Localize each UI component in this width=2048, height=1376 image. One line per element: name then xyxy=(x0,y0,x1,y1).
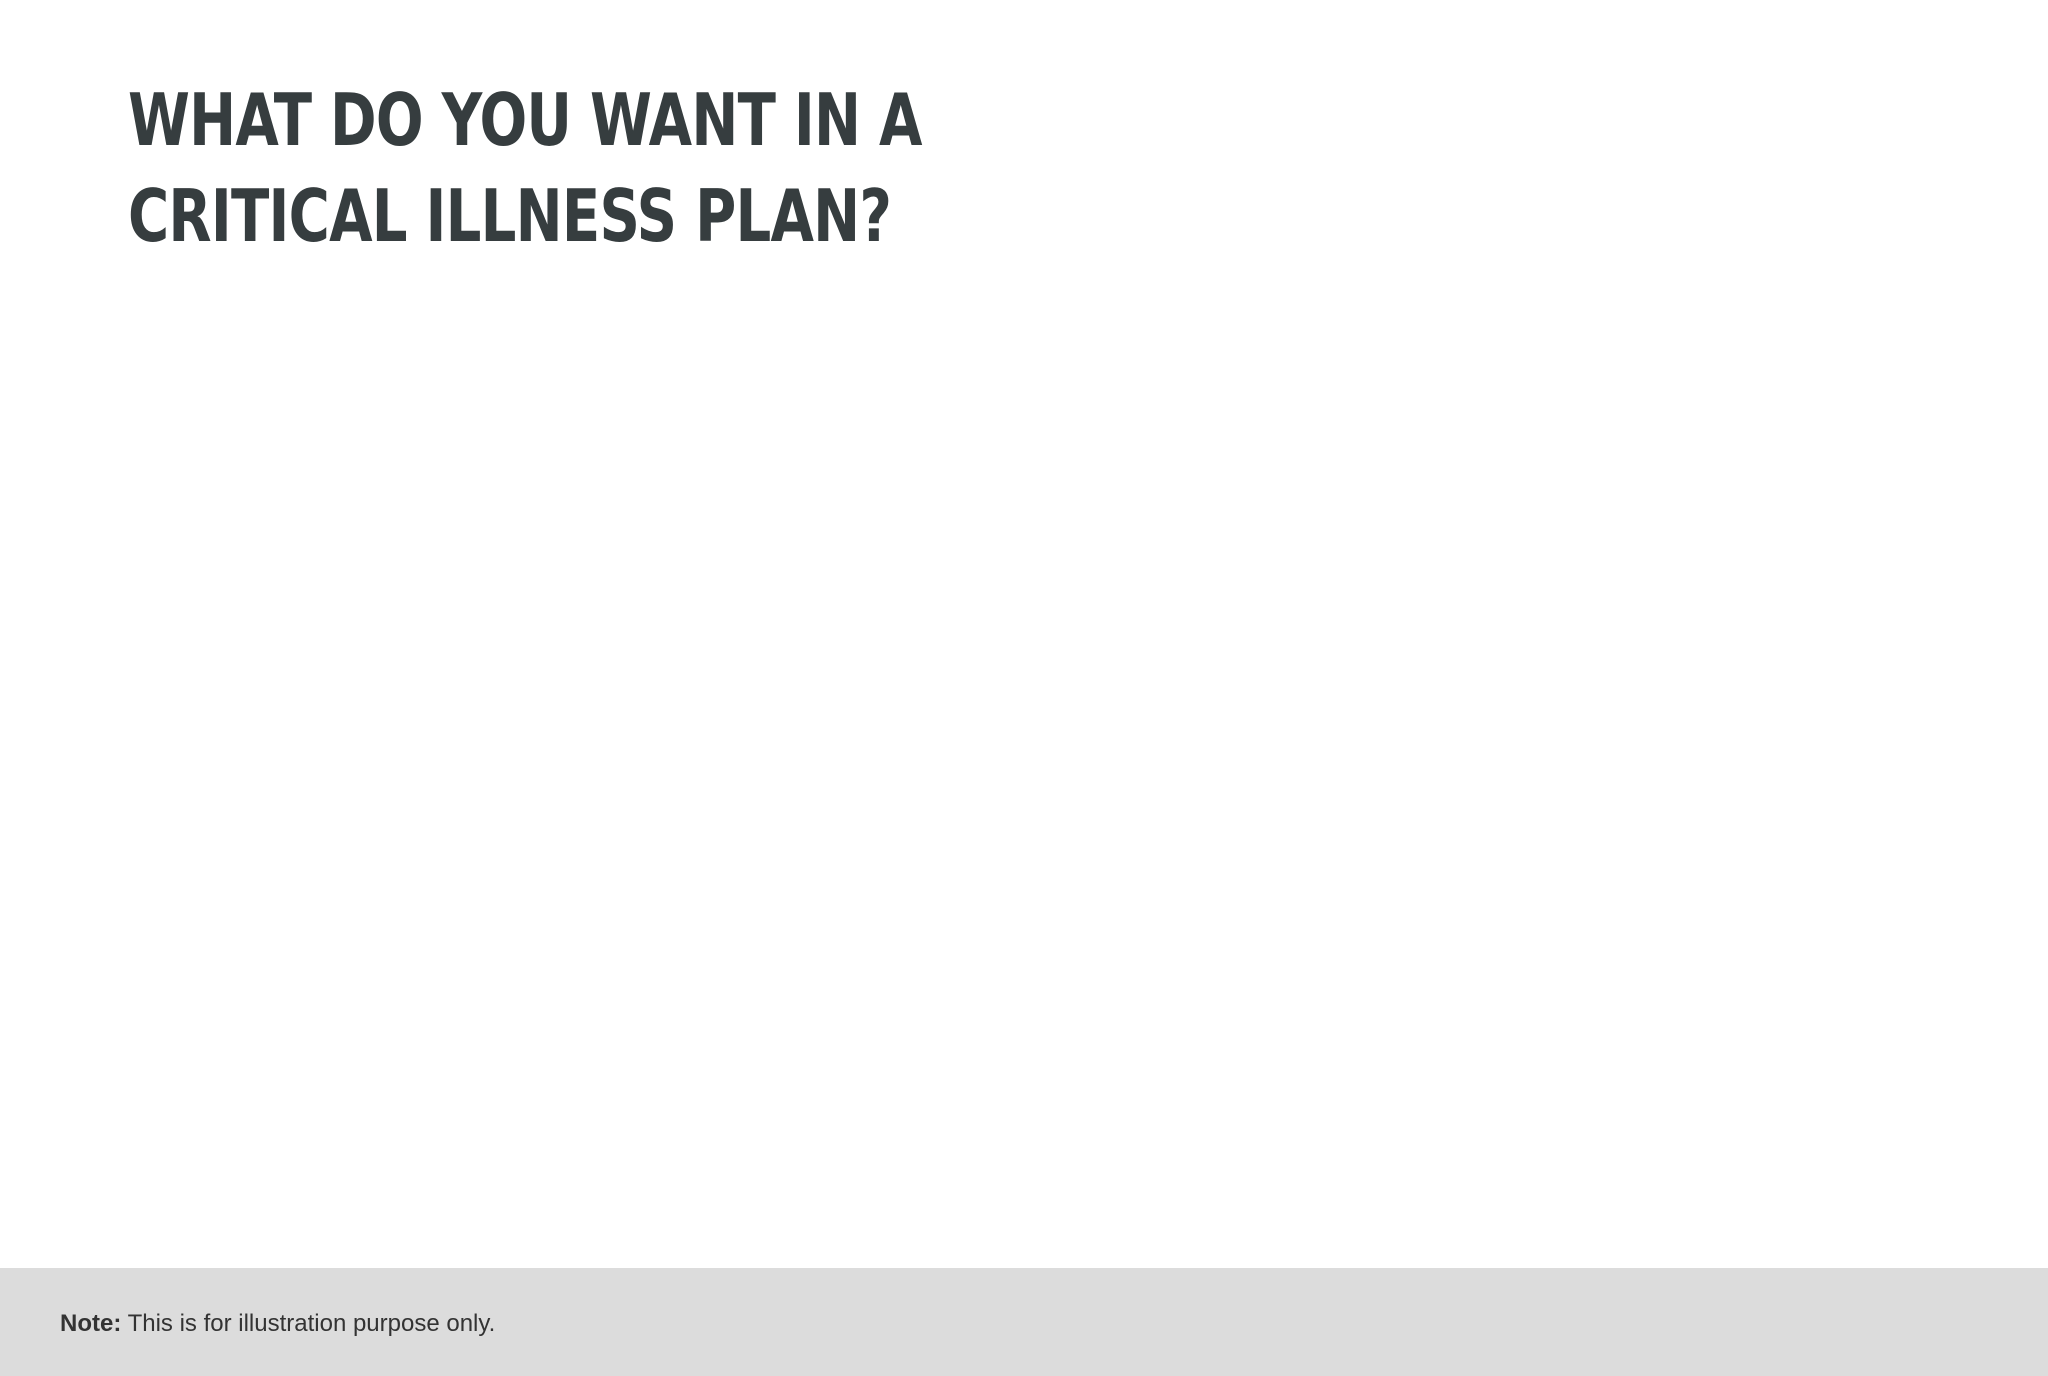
page-title-line-1: WHAT DO YOU WANT IN A xyxy=(128,78,922,162)
footer-bar: Note: This is for illustration purpose o… xyxy=(0,1268,2048,1376)
footer-note: Note: This is for illustration purpose o… xyxy=(60,1310,495,1338)
page: WHAT DO YOU WANT IN A CRITICAL ILLNESS P… xyxy=(0,0,2048,1376)
note-text: This is for illustration purpose only. xyxy=(121,1310,496,1337)
page-title-line-2: CRITICAL ILLNESS PLAN? xyxy=(128,174,892,258)
note-label: Note: xyxy=(60,1310,122,1337)
page-title: WHAT DO YOU WANT IN A CRITICAL ILLNESS P… xyxy=(128,72,922,264)
